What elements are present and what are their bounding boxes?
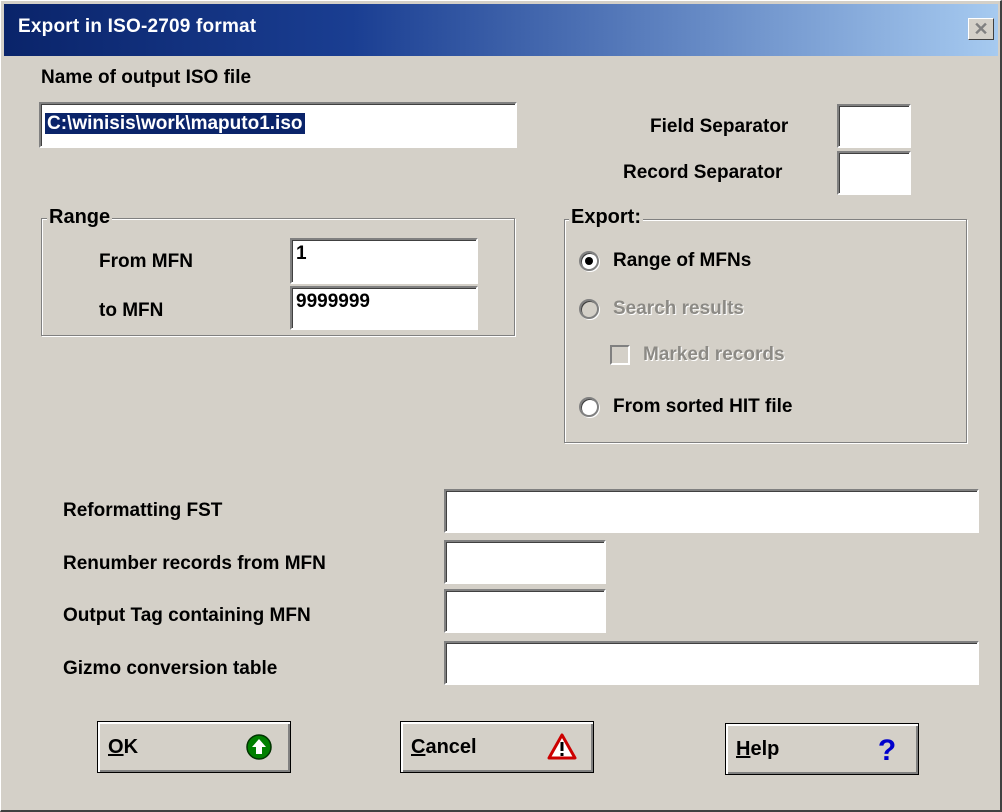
svg-text:?: ? [878,734,896,764]
title-bar[interactable]: Export in ISO-2709 format ✕ [4,4,998,56]
reformatting-fst-input[interactable] [444,489,979,533]
from-mfn-value: 1 [296,243,307,264]
to-mfn-label: to MFN [99,300,164,321]
output-file-value: C:\winisis\work\maputo1.iso [45,113,305,134]
search-results-radio[interactable] [579,299,599,319]
gizmo-table-input[interactable] [444,641,979,685]
reformatting-fst-label: Reformatting FST [63,500,223,521]
from-mfn-input[interactable]: 1 [290,238,478,284]
export-dialog: Export in ISO-2709 format ✕ Name of outp… [0,0,1002,812]
record-separator-input[interactable] [837,151,911,195]
help-button-label: Help [736,738,780,760]
help-button[interactable]: Help ? [725,723,919,775]
to-mfn-value: 9999999 [296,291,370,312]
output-file-input[interactable]: C:\winisis\work\maputo1.iso [39,102,517,148]
ok-button-label: OK [108,736,139,758]
to-mfn-input[interactable]: 9999999 [290,286,478,330]
cancel-button-label: Cancel [411,736,477,758]
marked-records-checkbox[interactable] [610,345,630,365]
renumber-records-input[interactable] [444,540,606,584]
close-button[interactable]: ✕ [968,18,994,40]
output-tag-label: Output Tag containing MFN [63,605,311,626]
radio-selected-dot [585,257,593,265]
output-tag-input[interactable] [444,589,606,633]
from-sorted-hit-file-radio[interactable] [579,397,599,417]
range-of-mfns-radio[interactable] [579,251,599,271]
marked-records-label[interactable]: Marked records [643,344,785,366]
from-sorted-hit-file-label[interactable]: From sorted HIT file [613,396,792,418]
help-question-icon: ? [878,734,896,764]
close-icon: ✕ [973,18,989,39]
cancel-button[interactable]: Cancel [400,721,594,773]
range-of-mfns-label[interactable]: Range of MFNs [613,250,751,272]
warning-icon [547,733,577,760]
gizmo-table-label: Gizmo conversion table [63,658,278,679]
window-title: Export in ISO-2709 format [18,16,257,37]
ok-button[interactable]: OK [97,721,291,773]
from-mfn-label: From MFN [99,251,193,272]
field-separator-label: Field Separator [650,116,789,137]
record-separator-label: Record Separator [623,162,783,183]
export-legend: Export: [569,206,643,229]
output-file-label: Name of output ISO file [41,67,252,88]
field-separator-input[interactable] [837,104,911,148]
renumber-records-label: Renumber records from MFN [63,553,326,574]
range-legend: Range [47,206,113,229]
search-results-label[interactable]: Search results [613,298,744,320]
ok-arrow-icon [246,734,272,760]
